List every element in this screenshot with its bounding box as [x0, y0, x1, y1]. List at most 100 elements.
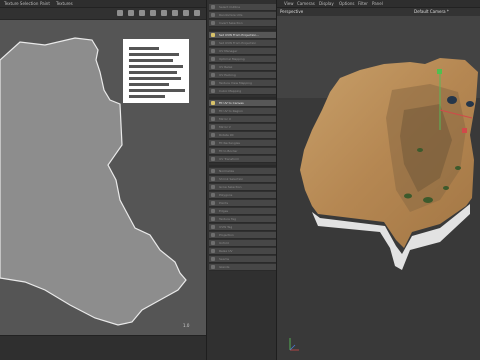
- tool-icon: [211, 133, 215, 137]
- uv-coordinate-label: 1.0: [183, 323, 190, 328]
- viewport-canvas[interactable]: [277, 16, 480, 360]
- tool-icon: [211, 109, 215, 113]
- tool-label: UVW Tag: [219, 225, 233, 229]
- tool-icon: [211, 201, 215, 205]
- tool-label: Edges: [219, 209, 229, 213]
- tool-icon: [211, 13, 215, 17]
- terrain-render: [277, 16, 480, 360]
- tool-icon: [211, 73, 215, 77]
- tool-item[interactable]: Cubic Mapping: [209, 88, 276, 95]
- tool-item[interactable]: Mirror V: [209, 124, 276, 131]
- menu-texture-selection[interactable]: Texture Selection: [4, 1, 38, 6]
- uv-menubar: Texture Selection Paint Textures: [0, 0, 206, 8]
- menu-view[interactable]: View: [284, 1, 294, 6]
- tool-label: Randomize UVs: [219, 13, 243, 17]
- tool-icon: [211, 5, 215, 9]
- tool-label: Normalize: [219, 169, 235, 173]
- tool-item[interactable]: Select Outline: [209, 4, 276, 11]
- menu-options[interactable]: Options: [339, 1, 354, 6]
- tool-icon: [211, 81, 215, 85]
- tool-item[interactable]: Polygons: [209, 192, 276, 199]
- tool-label: Relax UV: [219, 249, 233, 253]
- tool-icon: [211, 249, 215, 253]
- settings-icon[interactable]: [194, 10, 200, 16]
- tool-label: Fit UV to Region: [219, 109, 243, 113]
- tool-item[interactable]: UV Packing: [209, 72, 276, 79]
- tool-icon: [211, 185, 215, 189]
- scale-icon[interactable]: [128, 10, 134, 16]
- tool-label: Unfold: [219, 241, 229, 245]
- zoom-icon[interactable]: [172, 10, 178, 16]
- frame-icon[interactable]: [161, 10, 167, 16]
- tool-item[interactable]: Projection: [209, 232, 276, 239]
- menu-paint[interactable]: Paint: [40, 1, 50, 6]
- tool-label: Optimal Mapping: [219, 57, 245, 61]
- tool-item[interactable]: Fit UV to Region: [209, 108, 276, 115]
- menu-panel[interactable]: Panel: [372, 1, 383, 6]
- tool-icon: [211, 257, 215, 261]
- tool-icon: [211, 169, 215, 173]
- tool-icon: [211, 41, 215, 45]
- tool-item[interactable]: Grow Selection: [209, 184, 276, 191]
- tool-item[interactable]: UV Manager: [209, 48, 276, 55]
- tool-item[interactable]: Islands: [209, 264, 276, 271]
- menu-display[interactable]: Display: [319, 1, 334, 6]
- pan-icon[interactable]: [183, 10, 189, 16]
- tool-label: Seams: [219, 257, 230, 261]
- tool-item[interactable]: Rotate 90: [209, 132, 276, 139]
- tool-item[interactable]: UV Relax: [209, 64, 276, 71]
- tool-icon: [211, 149, 215, 153]
- menu-textures[interactable]: Textures: [56, 1, 73, 6]
- move-icon[interactable]: [117, 10, 123, 16]
- tool-label: Points: [219, 201, 229, 205]
- tool-label: UV Packing: [219, 73, 236, 77]
- tool-separator: [209, 165, 276, 167]
- tool-icon: [211, 65, 215, 69]
- tool-item[interactable]: Invert Selection: [209, 20, 276, 27]
- tool-item[interactable]: UV Transform: [209, 156, 276, 163]
- tool-icon: [211, 177, 215, 181]
- viewport-menubar: View Cameras Display Options Filter Pane…: [277, 0, 480, 8]
- tool-icon: [211, 57, 215, 61]
- tool-item[interactable]: Optimal Mapping: [209, 56, 276, 63]
- tool-item[interactable]: Edges: [209, 208, 276, 215]
- tool-item[interactable]: Texture View Mapping: [209, 80, 276, 87]
- tool-label: Cubic Mapping: [219, 89, 242, 93]
- tool-item[interactable]: Unfold: [209, 240, 276, 247]
- tool-item[interactable]: Seams: [209, 256, 276, 263]
- tool-icon: [211, 265, 215, 269]
- tool-icon: [211, 49, 215, 53]
- view-name-label: Perspective: [280, 9, 304, 14]
- tool-item[interactable]: Points: [209, 200, 276, 207]
- tool-label: Rotate 90: [219, 133, 234, 137]
- menu-cameras[interactable]: Cameras: [297, 1, 315, 6]
- tool-item[interactable]: Fit Rectangles: [209, 140, 276, 147]
- tool-icon: [211, 21, 215, 25]
- tool-item[interactable]: Mirror U: [209, 116, 276, 123]
- uv-editor-panel: Texture Selection Paint Textures 1.0: [0, 0, 206, 360]
- tool-item[interactable]: Set UVW From Projection...: [209, 32, 276, 39]
- tool-item[interactable]: UVW Tag: [209, 224, 276, 231]
- tool-icon: [211, 141, 215, 145]
- tool-separator: [209, 97, 276, 99]
- rotate-icon[interactable]: [139, 10, 145, 16]
- tool-icon: [211, 241, 215, 245]
- tool-item[interactable]: Texture Tag: [209, 216, 276, 223]
- tool-label: Shrink Selection: [219, 177, 244, 181]
- menu-filter[interactable]: Filter: [358, 1, 368, 6]
- tool-item[interactable]: Fit UV to Canvas: [209, 100, 276, 107]
- tool-separator: [209, 29, 276, 31]
- tool-item[interactable]: Shrink Selection: [209, 176, 276, 183]
- tool-item[interactable]: Normalize: [209, 168, 276, 175]
- tool-item[interactable]: Fit to Border: [209, 148, 276, 155]
- tool-item[interactable]: Relax UV: [209, 248, 276, 255]
- tool-item[interactable]: Randomize UVs: [209, 12, 276, 19]
- camera-label[interactable]: Default Camera *: [414, 9, 449, 14]
- viewport-panel: View Cameras Display Options Filter Pane…: [277, 0, 480, 360]
- tool-item[interactable]: Set UVW From Projection: [209, 40, 276, 47]
- grid-icon[interactable]: [150, 10, 156, 16]
- tool-label: Projection: [219, 233, 234, 237]
- tool-icon: [211, 209, 215, 213]
- tool-label: Mirror U: [219, 117, 231, 121]
- tool-icon: [211, 233, 215, 237]
